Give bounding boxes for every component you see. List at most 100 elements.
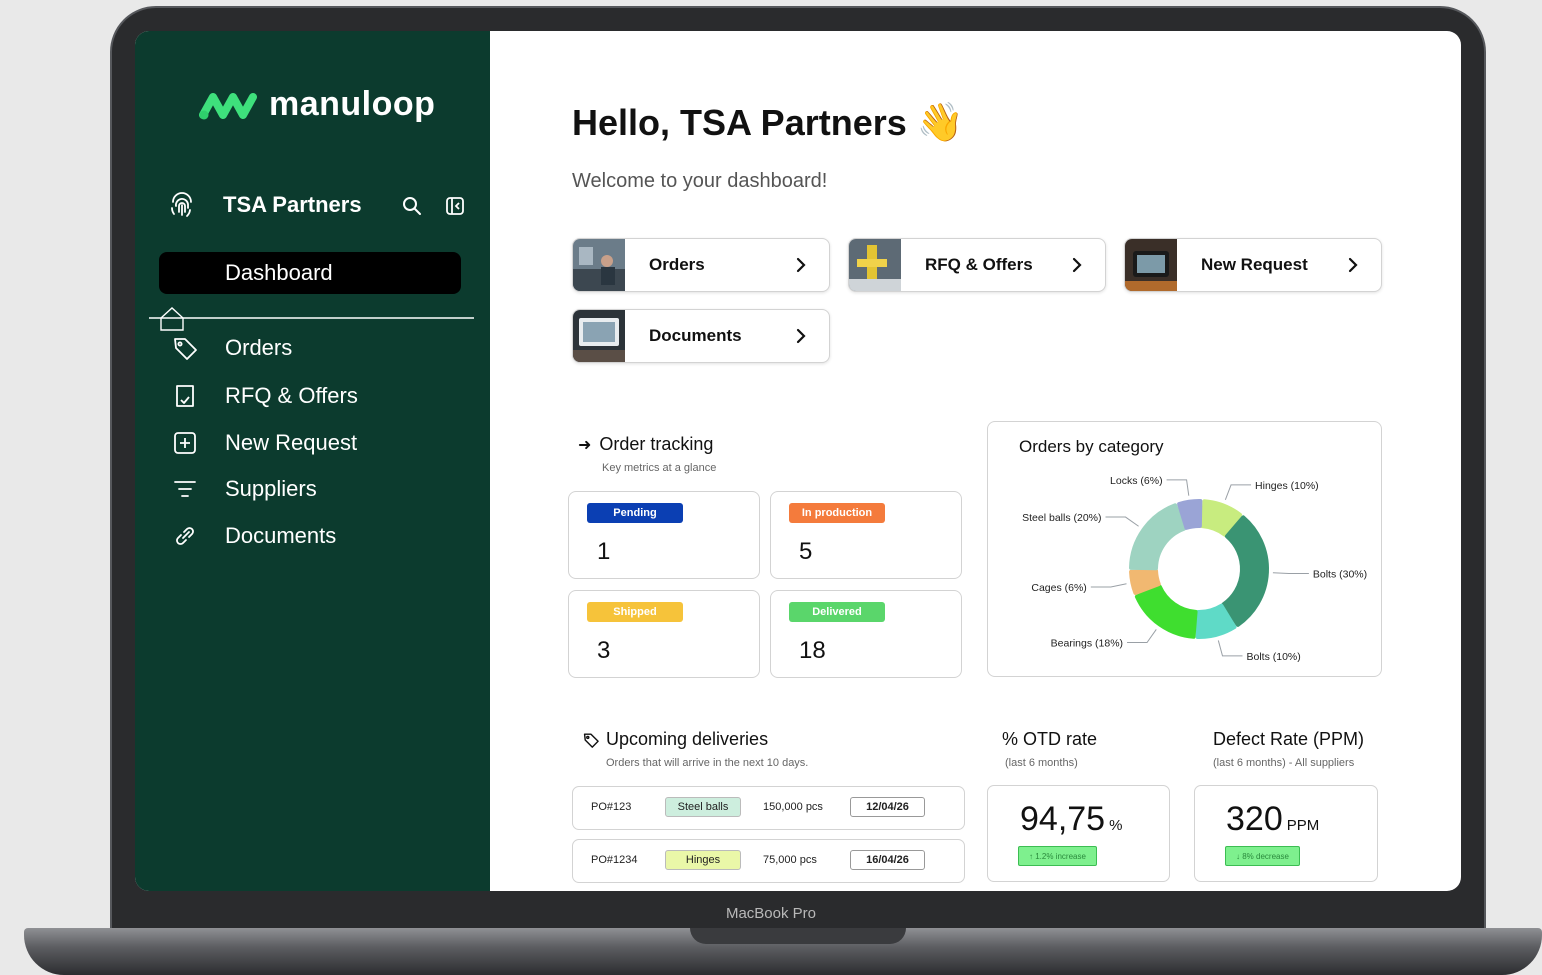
- sidebar-item-label: Orders: [225, 335, 293, 360]
- status-badge: Delivered: [789, 602, 885, 622]
- delivery-date: 16/04/26: [850, 850, 925, 870]
- slice-label: Cages (6%): [1031, 582, 1086, 594]
- kpi-value-wrap: 320 PPM: [1226, 800, 1319, 839]
- quick-link-label: New Request: [1201, 255, 1308, 274]
- kpi-value-wrap: 94,75 %: [1020, 800, 1122, 839]
- device-label: MacBook Pro: [725, 905, 817, 922]
- sidebar-item-label: New Request: [225, 430, 358, 455]
- tag-icon: [174, 338, 197, 360]
- table-row[interactable]: PO#1234 Hinges 75,000 pcs 16/04/26: [572, 839, 965, 883]
- label-leader-line: [1166, 479, 1190, 496]
- quick-link-rfq-offers[interactable]: RFQ & Offers: [848, 238, 1106, 292]
- new-request-thumbnail-image: [1125, 239, 1177, 291]
- metric-card-pending[interactable]: Pending 1: [568, 491, 760, 579]
- defect-rate-subtitle: (last 6 months) - All suppliers: [1213, 757, 1355, 769]
- slice-label: Bolts (30%): [1313, 568, 1367, 580]
- arrow-right-icon: ➜: [578, 436, 592, 454]
- quick-link-label: RFQ & Offers: [925, 255, 1033, 274]
- orders-by-category-chart: Orders by category Hinges (10%) Bolts (30…: [1019, 437, 1367, 663]
- otd-value: 94,75: [1020, 800, 1106, 838]
- documents-thumbnail-image: [573, 310, 625, 362]
- brand-logo[interactable]: manuloop: [199, 85, 435, 124]
- order-tracking-subtitle: Key metrics at a glance: [602, 462, 717, 474]
- section-title: Order tracking: [599, 434, 714, 454]
- status-badge: Pending: [587, 503, 683, 523]
- chevron-right-icon: [796, 328, 806, 344]
- waving-hand-icon: 👋: [916, 102, 965, 144]
- defect-rate-card[interactable]: 320 PPM ↓ 8% decrease: [1194, 785, 1378, 882]
- label-leader-line: [1105, 516, 1139, 527]
- slice-label: Bolts (10%): [1246, 651, 1300, 663]
- label-leader-line: [1224, 484, 1252, 501]
- trend-badge: ↓ 8% decrease: [1225, 846, 1300, 866]
- home-icon: [149, 307, 474, 331]
- upcoming-deliveries-title: Upcoming deliveries: [582, 729, 768, 750]
- otd-title: % OTD rate: [1002, 729, 1098, 749]
- sidebar-item-label: RFQ & Offers: [225, 383, 358, 408]
- quantity: 75,000 pcs: [763, 854, 817, 866]
- quick-link-orders[interactable]: Orders: [572, 238, 830, 292]
- trend-badge: ↑ 1.2% increase: [1018, 846, 1097, 866]
- collapse-sidebar-icon[interactable]: [445, 196, 465, 216]
- rfq-thumbnail-image: [849, 239, 901, 291]
- quantity: 150,000 pcs: [763, 801, 823, 813]
- page-subtitle: Welcome to your dashboard!: [572, 170, 828, 192]
- upcoming-deliveries-subtitle: Orders that will arrive in the next 10 d…: [606, 757, 809, 769]
- search-icon[interactable]: [401, 195, 423, 217]
- delivery-date: 12/04/26: [850, 797, 925, 817]
- quick-link-label: Documents: [649, 326, 742, 345]
- quick-link-new-request[interactable]: New Request: [1124, 238, 1382, 292]
- po-number: PO#123: [591, 801, 632, 813]
- otd-unit: %: [1109, 817, 1123, 834]
- section-title: Upcoming deliveries: [606, 729, 769, 749]
- label-leader-line: [1272, 572, 1309, 574]
- otd-subtitle: (last 6 months): [1005, 757, 1078, 769]
- quick-link-documents[interactable]: Documents: [572, 309, 830, 363]
- brand-name: manuloop: [269, 85, 436, 123]
- sidebar-item-documents[interactable]: Documents: [171, 519, 451, 553]
- metric-value: 18: [799, 637, 826, 664]
- greeting: Hello, TSA Partners: [572, 102, 907, 143]
- label-leader-line: [1217, 640, 1243, 657]
- status-badge: In production: [789, 503, 885, 523]
- sidebar-item-label: Documents: [225, 523, 337, 548]
- main-content: Hello, TSA Partners 👋 Welcome to your da…: [490, 31, 1461, 891]
- metric-value: 1: [597, 538, 611, 565]
- label-leader-line: [1127, 629, 1157, 643]
- pie-slice[interactable]: [1129, 503, 1186, 571]
- category-badge: Hinges: [665, 850, 741, 870]
- sidebar-item-orders[interactable]: Orders: [171, 331, 451, 365]
- metric-card-delivered[interactable]: Delivered 18: [770, 590, 962, 678]
- label-leader-line: [1090, 583, 1127, 588]
- metric-value: 3: [597, 637, 611, 664]
- sidebar: manuloop TSA Partners Dashboard Orders R…: [135, 31, 490, 891]
- slice-label: Hinges (10%): [1255, 480, 1319, 492]
- defect-rate-title: Defect Rate (PPM): [1213, 729, 1365, 749]
- table-row[interactable]: PO#123 Steel balls 150,000 pcs 12/04/26: [572, 786, 965, 830]
- orders-thumbnail-image: [573, 239, 625, 291]
- sidebar-item-dashboard[interactable]: Dashboard: [159, 252, 461, 294]
- quick-link-label: Orders: [649, 255, 705, 274]
- sidebar-item-suppliers[interactable]: Suppliers: [171, 472, 451, 506]
- laptop-notch: [690, 928, 906, 944]
- defect-unit: PPM: [1286, 817, 1320, 834]
- otd-rate-card[interactable]: 94,75 % ↑ 1.2% increase: [987, 785, 1170, 882]
- page-title: Hello, TSA Partners 👋: [572, 101, 964, 145]
- account-switcher[interactable]: TSA Partners: [167, 187, 467, 223]
- defect-value: 320: [1226, 800, 1283, 838]
- sidebar-item-label: Suppliers: [225, 476, 317, 501]
- sidebar-item-new-request[interactable]: New Request: [171, 426, 451, 460]
- status-badge: Shipped: [587, 602, 683, 622]
- chevron-right-icon: [796, 257, 806, 273]
- metric-card-in-production[interactable]: In production 5: [770, 491, 962, 579]
- fingerprint-icon: [171, 192, 192, 217]
- metric-card-shipped[interactable]: Shipped 3: [568, 590, 760, 678]
- link-icon: [176, 527, 194, 545]
- account-name: TSA Partners: [223, 192, 362, 217]
- po-number: PO#1234: [591, 854, 638, 866]
- manuloop-logo-icon: [199, 92, 257, 119]
- pie-slice[interactable]: [1221, 515, 1269, 627]
- pie-slice[interactable]: [1134, 584, 1198, 639]
- sidebar-item-rfq-offers[interactable]: RFQ & Offers: [171, 379, 451, 413]
- chevron-right-icon: [1348, 257, 1358, 273]
